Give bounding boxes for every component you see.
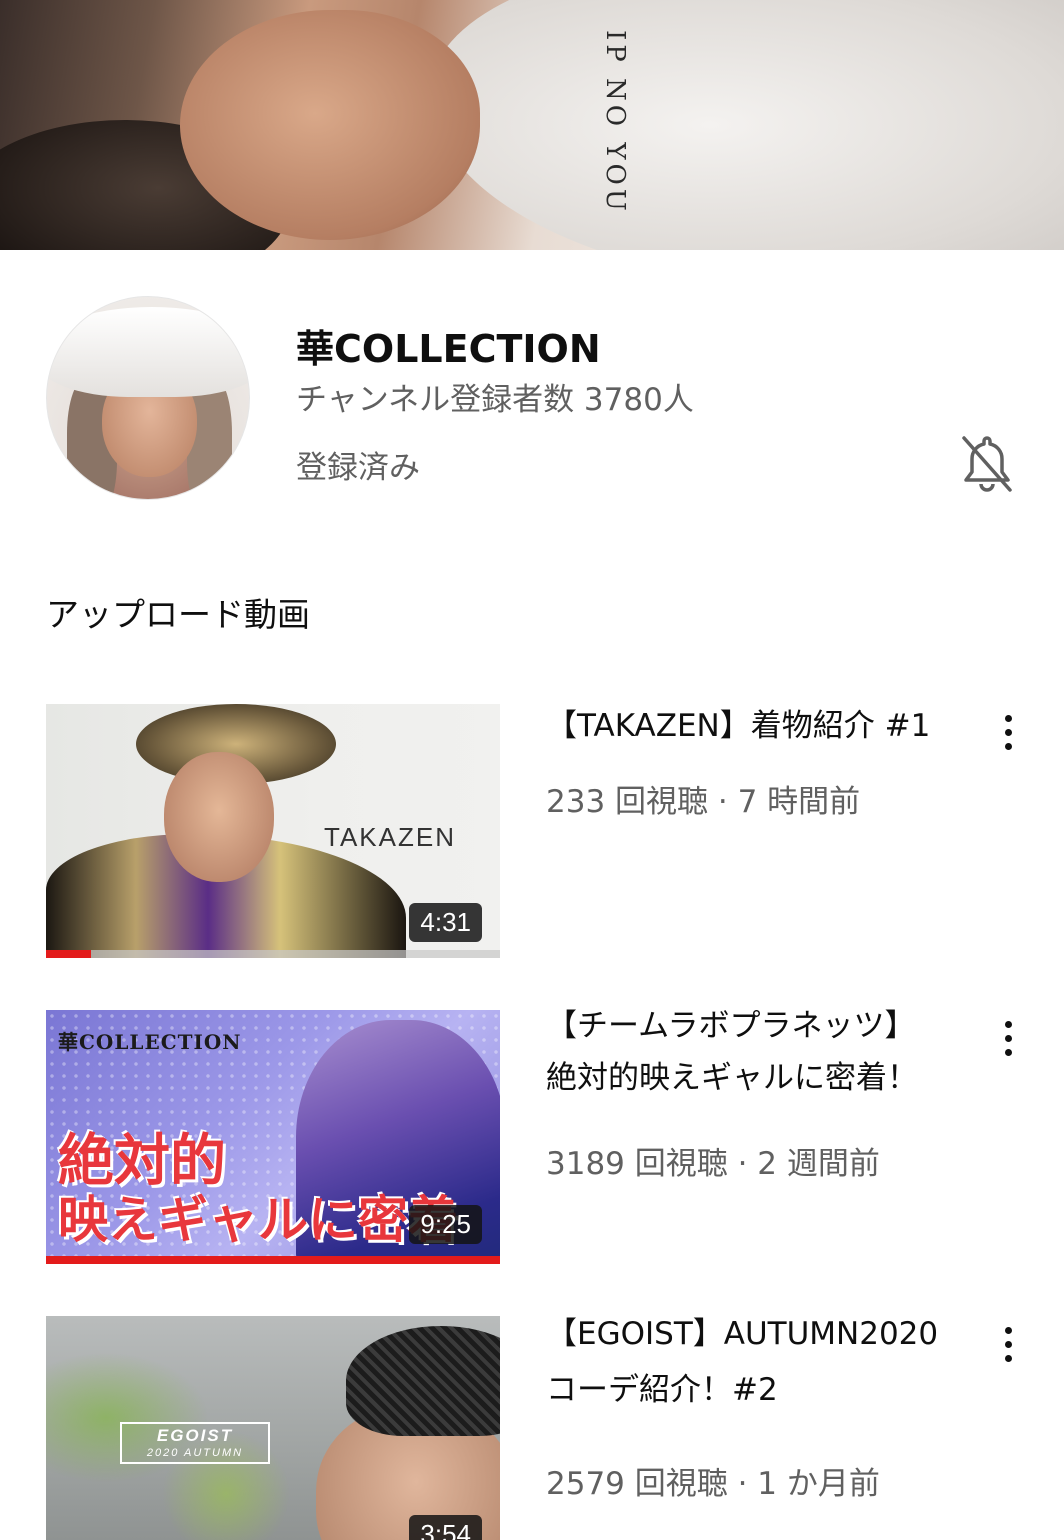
video-thumbnail[interactable]: TAKAZEN 4:31: [46, 704, 500, 958]
more-options-icon[interactable]: [990, 1322, 1026, 1372]
uploads-section-title: アップロード動画: [46, 595, 310, 634]
banner-shirt: [430, 0, 1064, 250]
banner-shirt-text: IP NO YOU: [600, 30, 630, 215]
thumb-text: TAKAZEN: [324, 822, 456, 852]
banner-face: [180, 10, 480, 240]
thumb-person: [164, 752, 274, 882]
avatar-hat: [47, 307, 249, 397]
video-thumbnail[interactable]: 華COLLECTION 絶対的 映えギャルに密着 9:25: [46, 1010, 500, 1264]
thumb-badge-title: EGOIST: [156, 1426, 234, 1445]
more-options-icon[interactable]: [990, 1016, 1026, 1066]
subscriber-count: チャンネル登録者数 3780人: [296, 382, 694, 418]
video-title[interactable]: 【TAKAZEN】着物紹介 #1: [546, 700, 946, 752]
thumb-badge: EGOIST 2020 AUTUMN: [120, 1422, 270, 1464]
subscribed-button[interactable]: 登録済み: [296, 442, 420, 487]
watch-progress-track: [46, 950, 500, 958]
thumb-caption-2: 映えギャルに密着: [58, 1191, 458, 1249]
video-title[interactable]: 【チームラボプラネッツ】絶対的映えギャルに密着！: [546, 1000, 946, 1104]
watch-progress-bar: [46, 950, 92, 958]
video-meta: 233 回視聴 · 7 時間前: [546, 784, 861, 820]
thumb-brand: 華COLLECTION: [58, 1030, 242, 1054]
more-options-icon[interactable]: [990, 710, 1026, 760]
video-meta: 3189 回視聴 · 2 週間前: [546, 1146, 880, 1182]
channel-avatar[interactable]: [46, 296, 250, 500]
channel-name: 華COLLECTION: [296, 327, 601, 371]
thumb-knit-hat: [346, 1326, 500, 1436]
video-meta: 2579 回視聴 · 1 か月前: [546, 1466, 880, 1502]
video-thumbnail[interactable]: EGOIST 2020 AUTUMN 3:54: [46, 1316, 500, 1540]
channel-banner: IP NO YOU: [0, 0, 1064, 250]
video-duration: 4:31: [409, 903, 482, 942]
video-duration: 9:25: [409, 1205, 482, 1244]
video-title[interactable]: 【EGOIST】AUTUMN2020 コーデ紹介！#2: [546, 1306, 946, 1418]
bell-off-icon[interactable]: [958, 432, 1016, 494]
video-duration: 3:54: [409, 1515, 482, 1540]
thumb-badge-subtitle: 2020 AUTUMN: [146, 1447, 244, 1459]
watch-progress-bar: [46, 1256, 500, 1264]
